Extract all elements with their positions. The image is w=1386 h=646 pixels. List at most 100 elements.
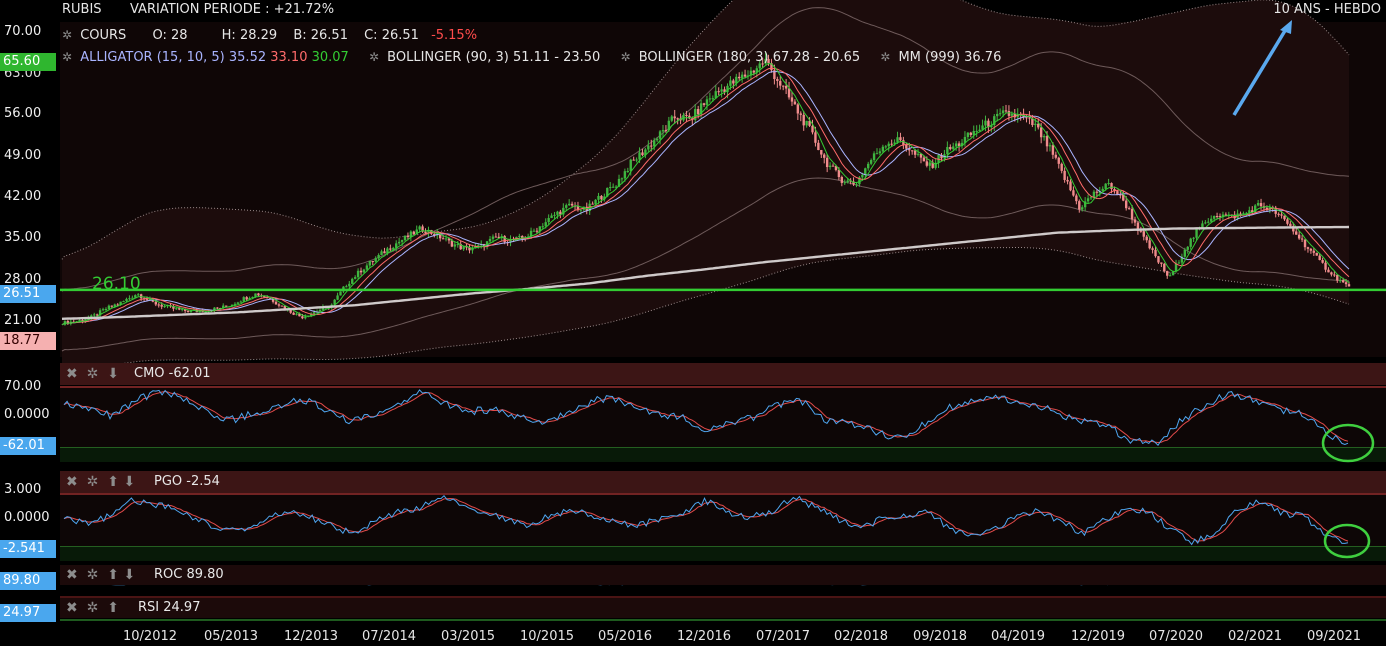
candle-body [594, 199, 597, 205]
candle-body [1163, 263, 1166, 272]
indicator-row: ✲ ALLIGATOR (15, 10, 5) 35.52 33.10 30.0… [62, 49, 1001, 66]
candle-body [453, 244, 457, 247]
gear-icon[interactable]: ✲ [87, 567, 99, 583]
candle-body [110, 305, 114, 307]
candle-body [837, 170, 841, 178]
candle-body [406, 235, 410, 238]
x-tick: 10/2015 [520, 629, 575, 644]
candle-body [93, 314, 96, 316]
gear-icon[interactable]: ✲ [87, 474, 99, 490]
candle-body [1318, 255, 1321, 261]
candle-body [629, 159, 632, 172]
candle-body [409, 231, 413, 238]
candle-body [1142, 231, 1145, 237]
candle-body [1004, 110, 1008, 112]
candle-body [178, 308, 181, 310]
candle-body [1207, 221, 1210, 223]
candle-body [163, 306, 166, 308]
candle-body [535, 230, 539, 232]
candle-body [1330, 272, 1333, 275]
candle-body [1166, 271, 1169, 276]
candle-body [1283, 215, 1286, 220]
cmo-lower-zone [60, 448, 1386, 462]
candle-body [216, 307, 219, 309]
candle-body [565, 205, 568, 208]
roc-badge: 89.80 [0, 572, 56, 590]
x-tick: 12/2016 [677, 629, 732, 644]
candle-body [362, 269, 366, 273]
change-value: -5.15% [431, 28, 478, 43]
candle-body [600, 195, 603, 200]
candle-body [274, 301, 278, 305]
candle-body [1303, 239, 1307, 248]
candle-body [488, 238, 492, 242]
gear-icon[interactable]: ✲ [62, 28, 72, 42]
candle-body [1089, 197, 1093, 199]
candle-body [242, 297, 245, 302]
candle-body [1057, 157, 1060, 164]
y-tick: 56.00 [4, 106, 42, 121]
candle-body [1256, 203, 1260, 206]
variation-label: VARIATION PERIODE : +21.72% [130, 2, 335, 17]
candle-body [491, 236, 495, 239]
close-icon[interactable]: ✖ [66, 474, 78, 490]
gear-icon[interactable]: ✲ [87, 600, 99, 616]
badge-last-price: 26.51 [0, 285, 56, 303]
candle-body [456, 244, 459, 246]
candle-body [312, 312, 316, 314]
gear-icon[interactable]: ✲ [62, 50, 72, 64]
close-icon[interactable]: ✖ [66, 600, 78, 616]
close-icon[interactable]: ✖ [66, 366, 78, 382]
bollinger-180-label[interactable]: BOLLINGER (180, 3) 67.28 - 20.65 [639, 50, 860, 65]
candle-body [518, 235, 521, 237]
candle-body [635, 159, 638, 161]
candle-body [137, 294, 140, 296]
candle-body [1280, 214, 1283, 216]
arrow-down-icon[interactable]: ⬇ [123, 474, 135, 490]
arrow-up-icon[interactable]: ⬆ [107, 474, 119, 490]
bollinger-90-label[interactable]: BOLLINGER (90, 3) 51.11 - 23.50 [387, 50, 600, 65]
gear-icon[interactable]: ✲ [880, 50, 890, 64]
candle-body [1306, 247, 1310, 249]
candle-body [905, 144, 908, 149]
candle-body [371, 261, 374, 263]
candle-body [351, 278, 354, 284]
period-label: 10 ANS - HEBDO [1273, 2, 1381, 17]
candle-body [817, 142, 820, 151]
candle-body [550, 215, 553, 218]
candle-body [790, 97, 794, 102]
candle-body [896, 137, 899, 143]
gear-icon[interactable]: ✲ [620, 50, 630, 64]
gear-icon[interactable]: ✲ [87, 366, 99, 382]
arrow-up-icon[interactable]: ⬆ [107, 600, 119, 616]
x-tick: 05/2013 [204, 629, 259, 644]
arrow-down-icon[interactable]: ⬇ [107, 366, 119, 382]
badge-high: 65.60 [0, 53, 56, 71]
arrow-down-icon[interactable]: ⬇ [123, 567, 135, 583]
close-icon[interactable]: ✖ [66, 567, 78, 583]
candle-body [122, 301, 125, 303]
candle-body [1315, 252, 1318, 256]
candle-body [913, 150, 917, 155]
candle-body [1312, 250, 1316, 253]
mm-label[interactable]: MM (999) 36.76 [898, 50, 1001, 65]
open-value: O: 28 [152, 28, 188, 43]
pgo-lower-zone [60, 547, 1386, 561]
candle-body [720, 89, 723, 92]
candle-body [661, 130, 665, 132]
candle-body [650, 145, 653, 147]
price-chart[interactable] [0, 0, 1386, 646]
x-tick: 04/2019 [991, 629, 1046, 644]
alligator-label[interactable]: ALLIGATOR (15, 10, 5) [80, 50, 225, 65]
candle-body [547, 217, 550, 223]
symbol-label: RUBIS [62, 2, 102, 17]
cmo-badge: -62.01 [0, 437, 56, 455]
candle-body [1289, 223, 1292, 227]
candle-body [597, 195, 600, 200]
candle-body [233, 303, 237, 305]
gear-icon[interactable]: ✲ [369, 50, 379, 64]
cours-label: COURS [80, 28, 127, 43]
candle-body [356, 270, 360, 278]
alligator-value-2: 33.10 [270, 50, 308, 65]
arrow-up-icon[interactable]: ⬆ [107, 567, 119, 583]
